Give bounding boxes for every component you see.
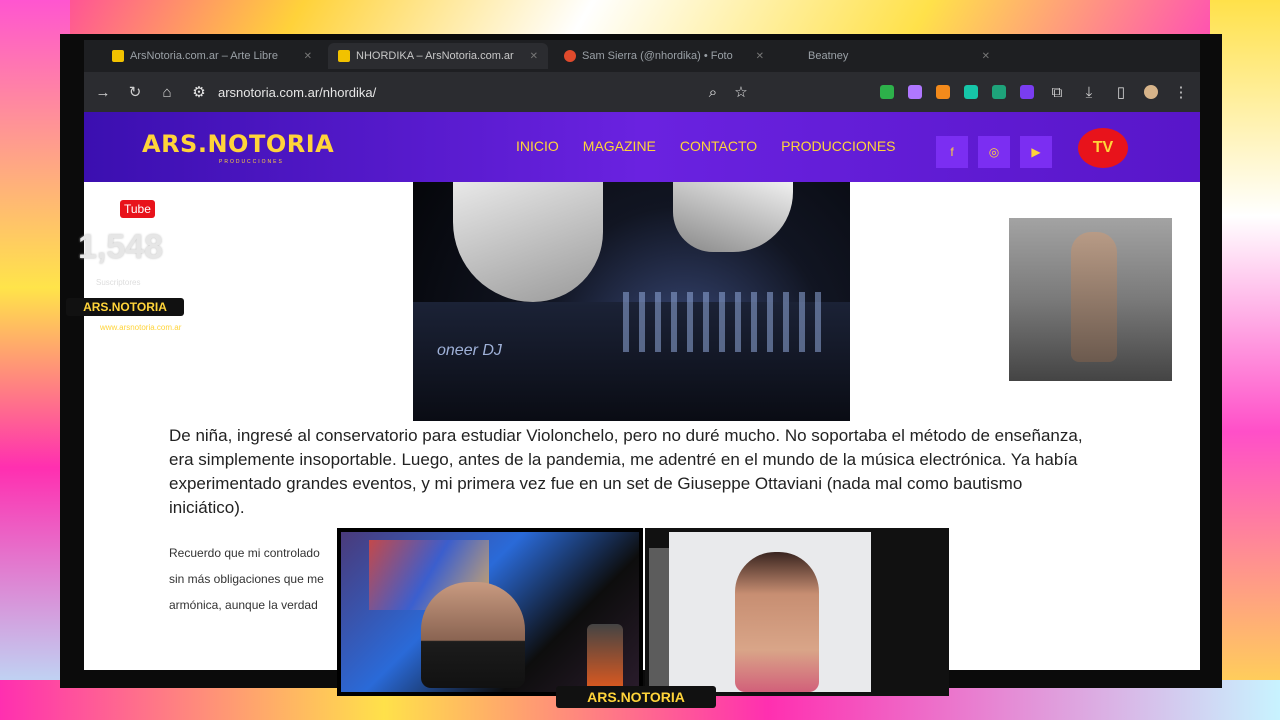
- nav-magazine[interactable]: MAGAZINE: [583, 138, 656, 154]
- bookmark-star-icon[interactable]: ☆: [732, 83, 750, 101]
- downloads-icon[interactable]: ⤓: [1080, 84, 1098, 101]
- extension-a-icon[interactable]: [1020, 85, 1034, 99]
- menu-dots-icon[interactable]: ⋮: [1172, 83, 1190, 101]
- hero-dj-image: oneer DJ: [413, 182, 850, 421]
- nav-producciones[interactable]: PRODUCCIONES: [781, 138, 895, 154]
- social-links: f ◎ ▶: [936, 136, 1052, 168]
- browser-toolbar: → ↻ ⌂ ⚙ arsnotoria.com.ar/nhordika/ ⌕ ☆ …: [84, 72, 1200, 112]
- tab-bar: ArsNotoria.com.ar – Arte Libre ✕ NHORDIK…: [84, 40, 1200, 72]
- reload-icon[interactable]: ↻: [126, 83, 144, 101]
- facebook-icon[interactable]: f: [936, 136, 968, 168]
- site-settings-icon[interactable]: ⚙: [190, 83, 208, 101]
- tab-title: Sam Sierra (@nhordika) • Foto: [582, 50, 733, 62]
- extension-download-icon[interactable]: [880, 85, 894, 99]
- profile-avatar-icon[interactable]: [1144, 85, 1158, 99]
- tab-title: Beatney: [808, 50, 849, 62]
- extensions-puzzle-icon[interactable]: ⧉: [1048, 84, 1066, 101]
- instagram-favicon-icon: [564, 50, 576, 62]
- extension-gpt-icon[interactable]: [964, 85, 978, 99]
- webcam-door-shape: [649, 548, 669, 688]
- image-arm-shape: [673, 182, 793, 252]
- instagram-icon[interactable]: ◎: [978, 136, 1010, 168]
- youtube-subscriber-widget: Tube 1,548 Suscriptores: [78, 200, 178, 310]
- address-bar[interactable]: ⚙ arsnotoria.com.ar/nhordika/ ⌕ ☆: [190, 83, 750, 102]
- image-figure-shape: [1071, 232, 1117, 362]
- subscriber-label: Suscriptores: [96, 278, 141, 287]
- zoom-icon[interactable]: ⌕: [704, 84, 722, 101]
- webcam-host: [337, 528, 643, 696]
- hero-image-brand-text: oneer DJ: [437, 342, 502, 359]
- extension-pen-icon[interactable]: [908, 85, 922, 99]
- youtube-badge: Tube: [120, 200, 155, 218]
- microphone-shape: [587, 624, 623, 692]
- bottom-brand-logo: ARS.NOTORIA: [556, 686, 716, 708]
- site-logo[interactable]: ARS.NOTORIA: [142, 130, 334, 158]
- site-logo-subtitle: PRODUCCIONES: [219, 159, 284, 165]
- site-favicon-icon: [338, 50, 350, 62]
- subscriber-count: 1,548: [78, 228, 164, 266]
- close-tab-icon[interactable]: ✕: [756, 51, 764, 62]
- site-header: ARS.NOTORIA PRODUCCIONES INICIO MAGAZINE…: [84, 112, 1200, 182]
- extension-green-icon[interactable]: [992, 85, 1006, 99]
- nav-contacto[interactable]: CONTACTO: [680, 138, 757, 154]
- nav-inicio[interactable]: INICIO: [516, 138, 559, 154]
- sidebar-gif-image: [1009, 218, 1172, 381]
- close-tab-icon[interactable]: ✕: [304, 51, 312, 62]
- image-knobs-shape: [623, 292, 823, 352]
- tab-beatney[interactable]: Beatney ✕: [780, 43, 1000, 69]
- extension-fox-icon[interactable]: [936, 85, 950, 99]
- image-arm-shape: [453, 182, 603, 302]
- forward-icon[interactable]: →: [94, 84, 112, 101]
- tab-title: NHORDIKA – ArsNotoria.com.ar: [356, 50, 514, 62]
- overlay-brand-url: www.arsnotoria.com.ar: [100, 323, 182, 332]
- close-tab-icon[interactable]: ✕: [982, 51, 990, 62]
- close-tab-icon[interactable]: ✕: [530, 51, 538, 62]
- tab-arsnotoria[interactable]: ArsNotoria.com.ar – Arte Libre ✕: [102, 43, 322, 69]
- extensions-area: ⧉ ⤓ ▯ ⋮: [880, 83, 1190, 101]
- home-icon[interactable]: ⌂: [158, 84, 176, 101]
- favicon-icon: [790, 50, 802, 62]
- overlay-brand-logo: ARS.NOTORIA: [66, 298, 184, 316]
- article-paragraph: De niña, ingresé al conservatorio para e…: [169, 426, 1083, 517]
- tab-nhordika[interactable]: NHORDIKA – ArsNotoria.com.ar ✕: [328, 43, 548, 69]
- url-text[interactable]: arsnotoria.com.ar/nhordika/: [218, 85, 376, 100]
- webcam-guest-person: [735, 552, 819, 692]
- sidebar-icon[interactable]: ▯: [1112, 83, 1130, 101]
- tab-instagram[interactable]: Sam Sierra (@nhordika) • Foto ✕: [554, 43, 774, 69]
- youtube-icon[interactable]: ▶: [1020, 136, 1052, 168]
- tv-button[interactable]: TV: [1078, 128, 1128, 168]
- site-favicon-icon: [112, 50, 124, 62]
- webcam-guest: [645, 528, 949, 696]
- tab-title: ArsNotoria.com.ar – Arte Libre: [130, 50, 278, 62]
- webcam-host-person: [421, 582, 525, 688]
- main-nav: INICIO MAGAZINE CONTACTO PRODUCCIONES: [516, 138, 896, 154]
